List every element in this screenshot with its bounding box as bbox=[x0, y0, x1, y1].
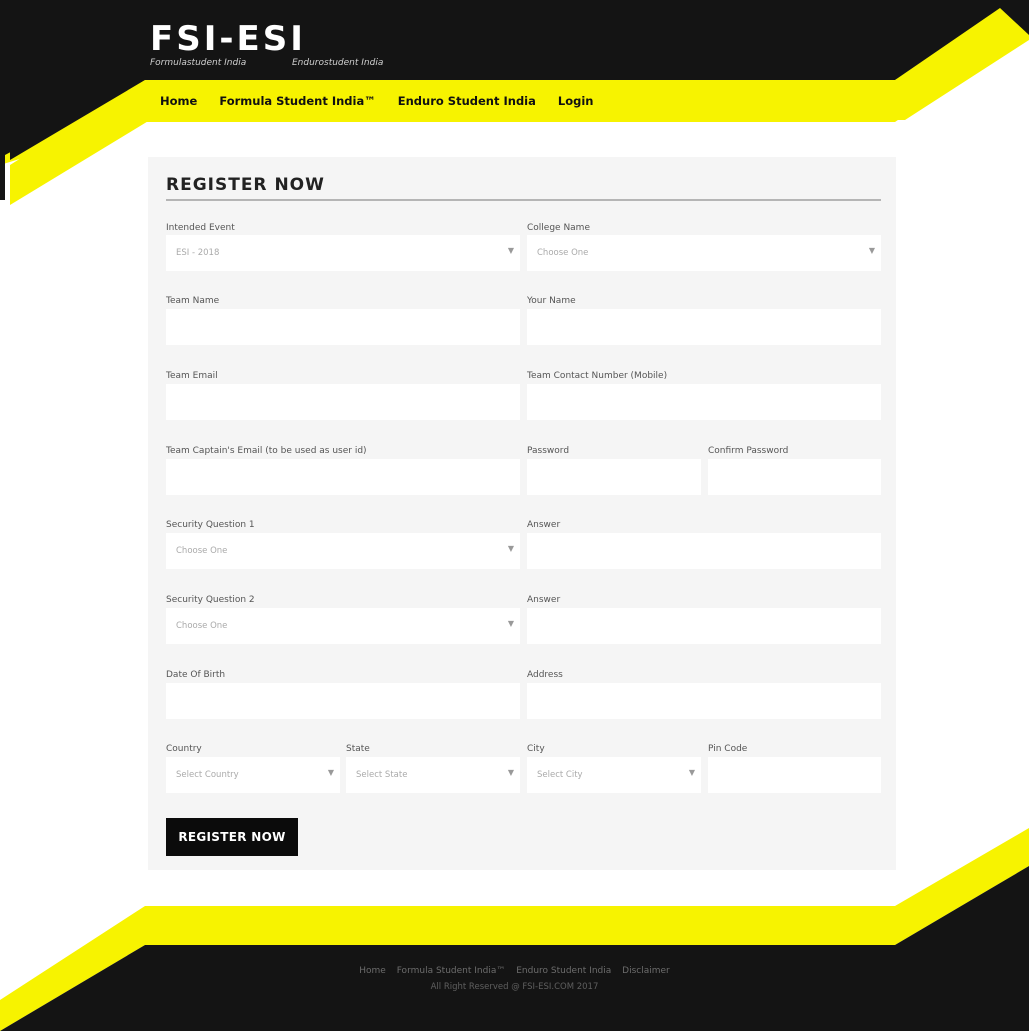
chevron-down-icon: ▼ bbox=[688, 768, 695, 777]
footer-link-disclaimer[interactable]: Disclaimer bbox=[622, 966, 670, 976]
address-label: Address bbox=[527, 670, 563, 680]
logo-text: FSI-ESI bbox=[150, 19, 306, 59]
security-question-1-placeholder: Choose One bbox=[176, 546, 228, 556]
footer-copyright: All Right Reserved @ FSI-ESI.COM 2017 bbox=[430, 982, 599, 992]
dob-label: Date Of Birth bbox=[166, 670, 226, 680]
college-name-placeholder: Choose One bbox=[537, 248, 589, 258]
chevron-down-icon: ▼ bbox=[507, 544, 514, 553]
country-select[interactable]: Select Country ▼ bbox=[166, 757, 340, 793]
city-placeholder: Select City bbox=[537, 770, 583, 780]
your-name-input[interactable] bbox=[527, 309, 881, 345]
team-email-input[interactable] bbox=[166, 384, 520, 420]
chevron-down-icon: ▼ bbox=[507, 246, 514, 255]
state-label: State bbox=[346, 744, 370, 754]
intended-event-value: ESI - 2018 bbox=[176, 248, 220, 258]
address-input[interactable] bbox=[527, 683, 881, 719]
security-question-1-label: Security Question 1 bbox=[166, 520, 255, 530]
captain-email-label: Team Captain's Email (to be used as user… bbox=[166, 446, 367, 456]
team-name-input[interactable] bbox=[166, 309, 520, 345]
confirm-password-label: Confirm Password bbox=[708, 446, 789, 456]
chevron-down-icon: ▼ bbox=[327, 768, 334, 777]
form-title: REGISTER NOW bbox=[166, 175, 325, 195]
footer-link-home[interactable]: Home bbox=[359, 966, 386, 976]
team-name-label: Team Name bbox=[166, 296, 220, 306]
intended-event-select[interactable]: ESI - 2018 ▼ bbox=[166, 235, 520, 271]
security-question-2-select[interactable]: Choose One ▼ bbox=[166, 608, 520, 644]
country-placeholder: Select Country bbox=[176, 770, 239, 780]
pin-code-input[interactable] bbox=[708, 757, 881, 793]
security-question-2-placeholder: Choose One bbox=[176, 621, 228, 631]
title-divider bbox=[166, 199, 881, 201]
pin-code-label: Pin Code bbox=[708, 744, 748, 754]
state-select[interactable]: Select State ▼ bbox=[346, 757, 520, 793]
footer-link-formula-student-india[interactable]: Formula Student India™ bbox=[397, 966, 506, 976]
chevron-down-icon: ▼ bbox=[868, 246, 875, 255]
team-contact-input[interactable] bbox=[527, 384, 881, 420]
main-nav: Home Formula Student India™ Enduro Stude… bbox=[160, 94, 593, 110]
nav-enduro-student-india[interactable]: Enduro Student India bbox=[398, 94, 536, 110]
password-label: Password bbox=[527, 446, 570, 456]
dob-input[interactable] bbox=[166, 683, 520, 719]
college-name-label: College Name bbox=[527, 223, 590, 233]
answer-2-label: Answer bbox=[527, 595, 561, 605]
footer-link-enduro-student-india[interactable]: Enduro Student India bbox=[516, 966, 611, 976]
nav-formula-student-india[interactable]: Formula Student India™ bbox=[219, 94, 375, 110]
your-name-label: Your Name bbox=[527, 296, 576, 306]
security-question-1-select[interactable]: Choose One ▼ bbox=[166, 533, 520, 569]
nav-home[interactable]: Home bbox=[160, 94, 197, 110]
password-input[interactable] bbox=[527, 459, 701, 495]
city-select[interactable]: Select City ▼ bbox=[527, 757, 701, 793]
country-label: Country bbox=[166, 744, 202, 754]
nav-login[interactable]: Login bbox=[558, 94, 594, 110]
team-contact-label: Team Contact Number (Mobile) bbox=[527, 371, 668, 381]
site-logo[interactable]: FSI-ESI Formulastudent India Endurostude… bbox=[150, 22, 410, 70]
state-placeholder: Select State bbox=[356, 770, 408, 780]
city-label: City bbox=[527, 744, 545, 754]
logo-subtitle-fsi: Formulastudent India bbox=[150, 58, 247, 68]
register-now-button[interactable]: REGISTER NOW bbox=[166, 818, 298, 856]
team-email-label: Team Email bbox=[166, 371, 218, 381]
answer-1-label: Answer bbox=[527, 520, 561, 530]
college-name-select[interactable]: Choose One ▼ bbox=[527, 235, 881, 271]
intended-event-label: Intended Event bbox=[166, 223, 235, 233]
security-question-2-label: Security Question 2 bbox=[166, 595, 255, 605]
confirm-password-input[interactable] bbox=[708, 459, 881, 495]
answer-2-input[interactable] bbox=[527, 608, 881, 644]
footer-links: Home Formula Student India™ Enduro Stude… bbox=[0, 966, 1029, 976]
answer-1-input[interactable] bbox=[527, 533, 881, 569]
logo-subtitle-esi: Endurostudent India bbox=[292, 58, 384, 68]
chevron-down-icon: ▼ bbox=[507, 768, 514, 777]
captain-email-input[interactable] bbox=[166, 459, 520, 495]
chevron-down-icon: ▼ bbox=[507, 619, 514, 628]
footer-dark-band bbox=[0, 866, 1029, 1031]
